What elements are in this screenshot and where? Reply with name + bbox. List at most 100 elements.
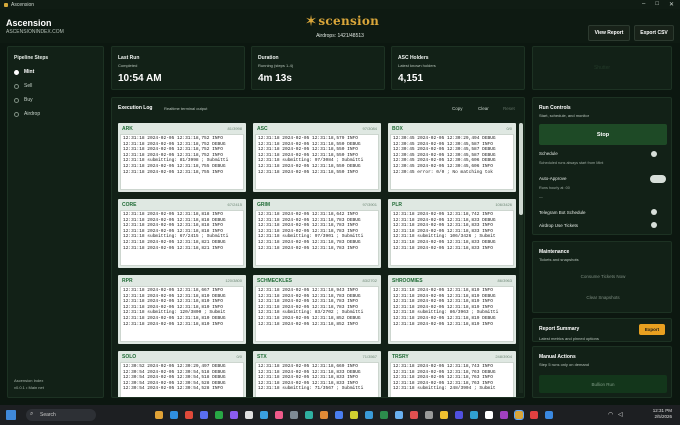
footer-name: Ascension Index [14,378,44,383]
app-icon[interactable] [305,411,313,419]
app-icon[interactable] [290,411,298,419]
search-label: Search [40,412,56,418]
card-log-output[interactable]: 12:31:18 2024-02-05 12:31:18,642 INFO 12:… [255,210,379,266]
card-token-name: SOLO [122,354,137,360]
card-log-output[interactable]: 12:31:18 2024-02-05 12:31:18,742 INFO 12:… [390,210,514,266]
log-card-stx: STX 71/3567 12:31:18 2024-02-05 12:31:18,6… [253,351,381,397]
brand-url: ASCENSIONINDEX.COM [6,29,64,35]
app-icon[interactable] [380,411,388,419]
maximize-icon[interactable]: □ [655,1,659,8]
airdrop-tickets-label: Airdrop Use Tickets [539,223,579,228]
app-icon[interactable] [200,411,208,419]
taskbar: ⌕ Search ◠ ◁ 12:31 PM 2/5/2026 [0,405,680,425]
volume-icon[interactable]: ◁ [618,411,623,418]
reset-button[interactable]: Reset [503,106,515,111]
app-icon[interactable] [545,411,553,419]
app-icon[interactable] [410,411,418,419]
system-clock[interactable]: 12:31 PM 2/5/2026 [653,408,672,420]
clear-button[interactable]: Clear [478,106,489,111]
app-icon[interactable] [485,411,493,419]
app-icon[interactable] [350,411,358,419]
log-scrollbar[interactable] [519,123,523,393]
app-icon[interactable] [320,411,328,419]
log-line: 12:31:18 2024-02-05 12:31:18,852 INFO [258,321,358,327]
airdrop-tickets-toggle[interactable] [651,222,657,228]
app-icon[interactable] [230,411,238,419]
card-log-output[interactable]: 12:31:18 2024-02-05 12:31:18,669 INFO 12:… [255,362,379,397]
card-log-output[interactable]: 12:31:18 2024-02-05 12:31:18,579 INFO 12:… [255,134,379,190]
card-count: 0/0 [506,126,512,131]
app-icon[interactable] [275,411,283,419]
stat-value: 4,151 [398,73,424,84]
card-log-output[interactable]: 12:31:18 2024-02-05 12:31:18,752 INFO 12:… [120,134,244,190]
close-icon[interactable]: ✕ [669,1,674,8]
card-log-output[interactable]: 12:31:18 2024-02-05 12:31:18,819 INFO 12:… [390,286,514,342]
log-card-core: CORE 67/2415 12:31:18 2024-02-05 12:31:18,… [118,199,246,268]
clear-snapshots-button[interactable]: Clear Snapshots [539,289,667,306]
app-icon[interactable] [500,411,508,419]
card-token-name: SHROOMIES [392,278,423,284]
schedule-toggle[interactable] [651,151,657,157]
brand: Ascension ASCENSIONINDEX.COM [6,18,64,35]
auto-approve-switch[interactable] [650,175,666,183]
pipeline-title: Pipeline Steps [14,55,49,61]
brand-name: Ascension [6,18,52,28]
consume-tickets-button[interactable]: Consume Tickets Now [539,268,667,285]
ascension-taskbar-icon[interactable] [514,410,524,420]
app-icon[interactable] [335,411,343,419]
log-line: 12:31:18 2024-02-05 12:31:18,550 DEBUG [258,163,361,169]
clock-date: 2/5/2026 [654,414,672,419]
app-icon[interactable] [245,411,253,419]
card-count: 120/3800 [225,278,242,283]
stop-button[interactable]: Stop [539,124,667,145]
log-line: 12:31:18 2024-02-05 12:31:18,821 DEBUG [123,239,226,245]
export-button[interactable]: Export [639,324,665,335]
app-icon[interactable] [455,411,463,419]
minimize-icon[interactable]: – [642,1,645,8]
stat-value: 4m 13s [258,73,292,84]
log-line: 12:31:18 2024-02-05 12:31:18,819 INFO [393,321,493,327]
wifi-icon[interactable]: ◠ [608,411,613,418]
log-card-plr: PLR 106/3426 12:31:18 2024-02-05 12:31:18,… [388,199,516,268]
scrollbar-thumb[interactable] [519,123,523,215]
stat-value: 10:54 AM [118,73,162,84]
card-log-output[interactable]: 12:31:18 2024-02-05 12:31:18,743 INFO 12:… [390,362,514,397]
card-token-name: ARK [122,126,133,132]
taskbar-search[interactable]: ⌕ Search [26,409,96,421]
card-log-output[interactable]: 12:31:18 2024-02-05 12:31:18,818 INFO 12:… [120,210,244,266]
file-explorer-icon[interactable] [155,411,163,419]
step-sell[interactable]: Sell [14,83,32,89]
log-line: 12:31:18 2024-02-05 12:31:18,852 DEBUG [258,315,361,321]
app-icon[interactable] [215,411,223,419]
app-icon[interactable] [530,411,538,419]
stat-label: ASC Holders [398,55,429,61]
step-buy[interactable]: Buy [14,97,33,103]
app-icon[interactable] [365,411,373,419]
card-log-output[interactable]: 12:31:18 2024-02-05 12:31:18,667 INFO 12:… [120,286,244,342]
app-icon[interactable] [395,411,403,419]
app-icon[interactable] [440,411,448,419]
step-airdrop[interactable]: Airdrop [14,111,40,117]
card-count: 67/2415 [227,202,242,207]
view-report-button[interactable]: View Report [588,25,630,41]
rs-title: Report Summary [539,326,580,332]
card-log-output[interactable]: 12:30:45 2024-02-05 12:30:29,494 DEBUG 12… [390,134,514,190]
app-icon[interactable] [470,411,478,419]
windows-start-icon[interactable] [6,410,16,420]
step-mint[interactable]: Mint [14,69,34,75]
bullion-run-button[interactable]: Bullion Run [539,375,667,393]
telegram-toggle[interactable] [651,209,657,215]
card-count: 97/3084 [362,126,377,131]
card-log-output[interactable]: 12:30:52 2024-02-05 12:30:29,497 DEBUG 12… [120,362,244,397]
card-log-output[interactable]: 12:31:18 2024-02-05 12:31:18,943 INFO 12:… [255,286,379,342]
edge-icon[interactable] [170,411,178,419]
copy-button[interactable]: Copy [452,106,463,111]
chrome-icon[interactable] [185,411,193,419]
app-icon[interactable] [425,411,433,419]
export-csv-button[interactable]: Export CSV [634,25,674,41]
card-token-name: TRSRY [392,354,409,360]
card-count: 86/3963 [497,278,512,283]
card-count: 97/3901 [362,202,377,207]
app-icon[interactable] [260,411,268,419]
card-token-name: CORE [122,202,137,208]
